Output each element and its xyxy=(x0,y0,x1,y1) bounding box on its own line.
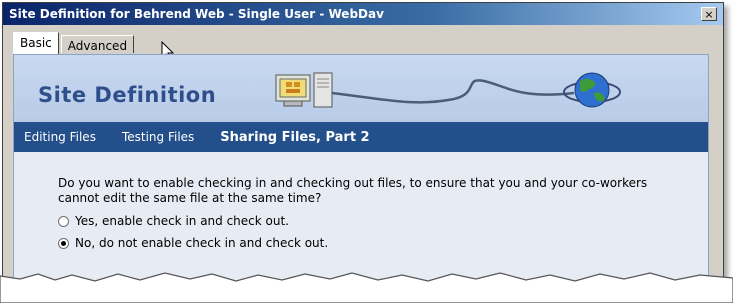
close-button[interactable]: × xyxy=(701,7,717,21)
tab-strip: Basic Advanced xyxy=(13,31,136,54)
tab-basic[interactable]: Basic xyxy=(13,32,59,54)
option-no-label[interactable]: No, do not enable check in and check out… xyxy=(75,236,328,250)
banner-heading: Site Definition xyxy=(38,83,217,107)
radio-yes[interactable] xyxy=(58,215,69,227)
wizard-panel: Site Definition Editing Files Testing Fi… xyxy=(13,54,709,281)
tab-advanced[interactable]: Advanced xyxy=(60,35,135,53)
title-bar[interactable]: Site Definition for Behrend Web - Single… xyxy=(3,3,723,25)
checkin-question: Do you want to enable checking in and ch… xyxy=(58,176,648,205)
wizard-steps-bar: Editing Files Testing Files Sharing File… xyxy=(14,122,708,152)
torn-edge-decoration xyxy=(0,272,733,303)
step-editing-files[interactable]: Editing Files xyxy=(24,130,96,144)
radio-no[interactable] xyxy=(58,237,69,249)
option-yes-row[interactable]: Yes, enable check in and check out. xyxy=(58,214,708,228)
site-definition-dialog: Site Definition for Behrend Web - Single… xyxy=(2,2,724,282)
step-sharing-files-current: Sharing Files, Part 2 xyxy=(220,129,370,145)
option-yes-label[interactable]: Yes, enable check in and check out. xyxy=(75,214,289,228)
option-no-row[interactable]: No, do not enable check in and check out… xyxy=(58,236,708,250)
window-title: Site Definition for Behrend Web - Single… xyxy=(9,7,384,21)
banner: Site Definition xyxy=(14,55,708,122)
step-testing-files[interactable]: Testing Files xyxy=(122,130,194,144)
wizard-content: Do you want to enable checking in and ch… xyxy=(14,152,708,250)
network-illustration-icon xyxy=(275,72,621,108)
